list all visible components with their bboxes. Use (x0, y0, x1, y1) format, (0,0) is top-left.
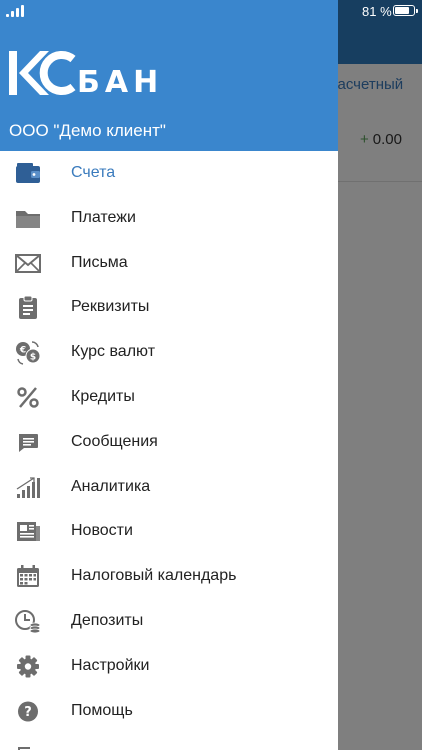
menu-item-analytics[interactable]: Аналитика (0, 465, 338, 510)
menu-item-letters[interactable]: Письма (0, 241, 338, 286)
menu-item-label: Кредиты (71, 387, 135, 405)
client-name: ООО "Демо клиент" (9, 121, 166, 140)
exit-icon (14, 743, 42, 750)
menu-item-rates[interactable]: € $ Курс валют (0, 330, 338, 375)
menu-item-accounts[interactable]: Счета (0, 151, 338, 196)
svg-text:БАНК: БАНК (77, 65, 159, 98)
battery-icon (393, 5, 418, 16)
menu-item-tax-calendar[interactable]: Налоговый календарь (0, 554, 338, 599)
chat-icon (14, 430, 42, 455)
clipboard-icon (14, 295, 42, 320)
clock-coins-icon (14, 609, 42, 634)
bar-chart-icon (14, 475, 42, 500)
svg-text:$: $ (30, 353, 36, 363)
folder-icon (14, 206, 42, 231)
menu-item-news[interactable]: Новости (0, 509, 338, 554)
menu-item-label: Письма (71, 253, 128, 271)
menu-item-label: Платежи (71, 208, 136, 226)
menu-item-label: Настройки (71, 656, 150, 674)
status-bar: 81 % (0, 0, 422, 22)
percent-icon (14, 385, 42, 410)
wallet-icon (14, 161, 42, 186)
gear-icon (14, 654, 42, 679)
menu-item-label: Реквизиты (71, 298, 150, 316)
menu-item-payments[interactable]: Платежи (0, 196, 338, 241)
envelope-icon (14, 251, 42, 276)
help-icon: ? (14, 699, 42, 724)
signal-icon (6, 5, 26, 17)
svg-text:?: ? (24, 705, 32, 720)
bank-logo: БАНК (9, 48, 188, 100)
drawer-header: БАНК ООО "Демо клиент" (0, 0, 338, 151)
menu-item-label: Налоговый календарь (71, 567, 237, 585)
menu-item-label: Сообщения (71, 432, 158, 450)
menu-item-label: Курс валют (71, 343, 156, 361)
menu-item-help[interactable]: ? Помощь (0, 689, 338, 734)
calendar-icon (14, 564, 42, 589)
drawer-menu: Счета Платежи Письма Реквизиты € $ Курс … (0, 151, 338, 750)
menu-item-messages[interactable]: Сообщения (0, 420, 338, 465)
menu-item-credits[interactable]: Кредиты (0, 375, 338, 420)
menu-item-label: Депозиты (71, 611, 144, 629)
menu-item-label: Счета (71, 164, 116, 181)
menu-item-deposits[interactable]: Депозиты (0, 599, 338, 644)
navigation-drawer: БАНК ООО "Демо клиент" Счета Платежи Пис… (0, 0, 338, 750)
menu-item-logout[interactable] (0, 733, 338, 750)
menu-item-requisites[interactable]: Реквизиты (0, 285, 338, 330)
menu-item-label: Новости (71, 522, 133, 540)
newspaper-icon (14, 519, 42, 544)
menu-item-label: Помощь (71, 701, 133, 719)
svg-text:€: € (19, 346, 26, 356)
battery-percentage: 81 % (362, 4, 392, 19)
menu-item-label: Аналитика (71, 477, 151, 495)
menu-item-settings[interactable]: Настройки (0, 644, 338, 689)
currency-exchange-icon: € $ (14, 340, 42, 365)
